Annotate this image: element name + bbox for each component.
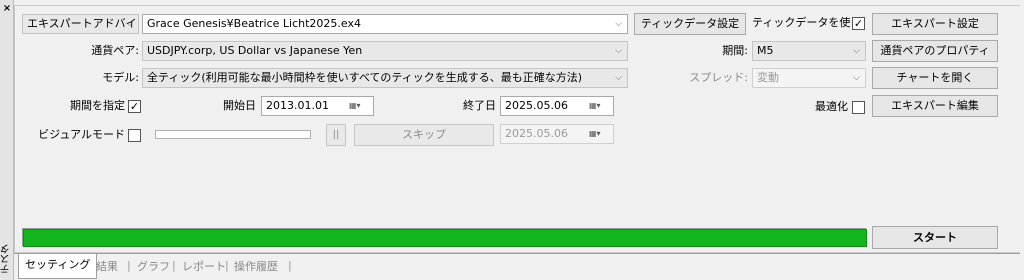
calendar-icon[interactable]: ▦▾ — [349, 100, 369, 112]
chevron-down-icon: ⌵ — [615, 73, 622, 83]
period-value: M5 — [757, 44, 774, 57]
expert-settings-button[interactable]: エキスパート設定 — [872, 13, 998, 35]
use-date-checkbox[interactable]: ✓ — [128, 100, 141, 113]
symbol-properties-button[interactable]: 通貨ペアのプロパティ — [872, 40, 998, 62]
expert-type-select[interactable]: エキスパートアドバイ ⌵ — [22, 14, 139, 34]
use-tick-data-label: ティックデータを使う — [752, 16, 862, 29]
optimization-label: 最適化 — [815, 100, 848, 113]
spread-label: スプレッド: — [689, 71, 748, 84]
pause-button[interactable]: || — [326, 124, 346, 146]
expert-file-select[interactable]: Grace Genesis¥Beatrice Licht2025.ex4 ⌵ — [142, 14, 628, 34]
model-select[interactable]: 全ティック(利用可能な最小時間枠を使いすべてのティックを生成する、最も正確な方法… — [142, 68, 628, 88]
expert-edit-button[interactable]: エキスパート編集 — [872, 95, 998, 117]
end-date-value: 2025.05.06 — [505, 99, 568, 112]
progress-bar — [22, 228, 867, 247]
start-date-picker[interactable]: 2013.01.01 ▦▾ — [261, 96, 374, 116]
tab-bar: セッティング 結果 | グラフ | レポート | 操作履歴 | — [14, 253, 1020, 280]
start-date-value: 2013.01.01 — [266, 99, 329, 112]
close-icon[interactable]: × — [2, 4, 12, 14]
period-select[interactable]: M5 ⌵ — [752, 41, 866, 61]
open-chart-button[interactable]: チャートを開く — [872, 67, 998, 89]
tab-graph[interactable]: グラフ — [137, 257, 170, 277]
expert-type-value: エキスパートアドバイ — [27, 17, 137, 30]
optimization-checkbox[interactable] — [852, 101, 865, 114]
expert-file-value: Grace Genesis¥Beatrice Licht2025.ex4 — [147, 17, 361, 30]
chevron-down-icon: ⌵ — [615, 19, 622, 29]
spread-select[interactable]: 変動 ⌵ — [752, 68, 866, 88]
checkmark-icon: ✓ — [853, 17, 864, 30]
skip-date-picker[interactable]: 2025.05.06 ▦▾ — [500, 124, 614, 144]
panel-side-strip — [0, 0, 14, 280]
skip-date-value: 2025.05.06 — [505, 127, 568, 140]
progress-fill — [23, 229, 867, 247]
chevron-down-icon: ⌵ — [853, 46, 860, 56]
calendar-icon[interactable]: ▦▾ — [589, 100, 609, 112]
calendar-icon: ▦▾ — [589, 129, 601, 138]
use-tick-data-checkbox[interactable]: ✓ — [852, 17, 865, 30]
use-date-label: 期間を指定 — [70, 99, 125, 112]
tab-results[interactable]: 結果 — [96, 257, 118, 277]
symbol-label: 通貨ペア: — [91, 44, 139, 57]
start-button[interactable]: スタート — [872, 226, 998, 249]
panel-title: テスター — [1, 244, 24, 274]
chevron-down-icon: ⌵ — [853, 73, 860, 83]
tab-settings[interactable]: セッティング — [18, 254, 98, 279]
skip-button[interactable]: スキップ — [354, 124, 494, 146]
visual-speed-slider[interactable] — [155, 130, 311, 139]
chevron-down-icon: ⌵ — [615, 46, 622, 56]
model-value: 全ティック(利用可能な最小時間枠を使いすべてのティックを生成する、最も正確な方法… — [147, 71, 583, 84]
tab-journal[interactable]: 操作履歴 — [234, 257, 278, 277]
end-date-picker[interactable]: 2025.05.06 ▦▾ — [500, 96, 614, 116]
model-label: モデル: — [102, 71, 139, 84]
tick-data-settings-button[interactable]: ティックデータ設定 — [634, 13, 746, 35]
visual-mode-checkbox[interactable] — [128, 129, 141, 142]
period-label: 期間: — [722, 44, 748, 57]
symbol-select[interactable]: USDJPY.corp, US Dollar vs Japanese Yen ⌵ — [142, 41, 628, 61]
end-date-label: 終了日 — [463, 99, 496, 112]
spread-value: 変動 — [757, 71, 779, 84]
checkmark-icon: ✓ — [129, 100, 140, 113]
visual-mode-label: ビジュアルモード — [38, 128, 125, 141]
tab-report[interactable]: レポート — [182, 257, 226, 277]
chevron-down-icon: ⌵ — [126, 19, 133, 29]
symbol-value: USDJPY.corp, US Dollar vs Japanese Yen — [147, 44, 363, 57]
start-date-label: 開始日 — [223, 99, 256, 112]
